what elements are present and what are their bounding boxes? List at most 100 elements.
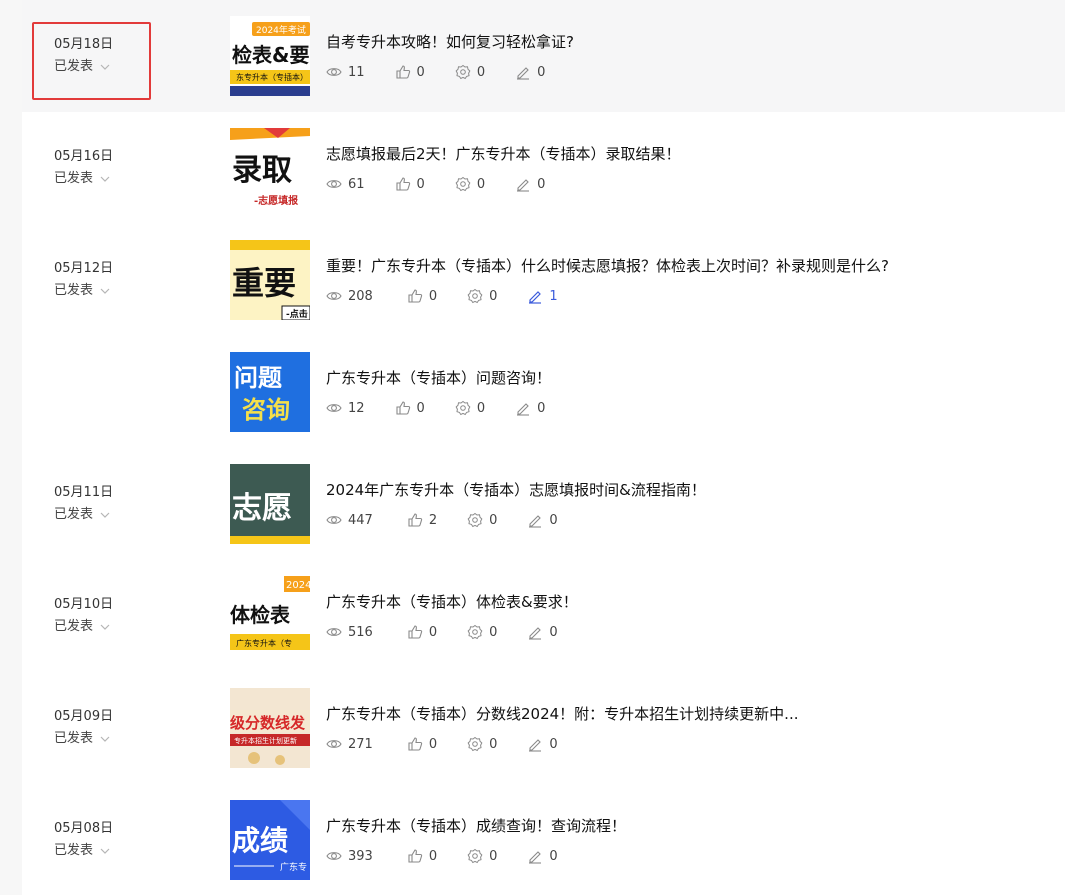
thumbnail-image: 录取 -志愿填报 — [230, 128, 310, 208]
post-stats: 11 0 0 0 — [326, 62, 575, 82]
post-row[interactable]: 05月08日 已发表 成绩 广东专 广东专升本（专插本）成绩查询！查询流程！ 3… — [22, 784, 1065, 895]
post-info: 广东专升本（专插本）体检表&要求！ 516 0 0 0 — [326, 592, 588, 642]
post-thumbnail[interactable]: 志愿 — [230, 464, 310, 544]
svg-text:东专升本（专插本）: 东专升本（专插本） — [236, 72, 308, 82]
chevron-down-icon — [100, 512, 110, 518]
post-date-column: 05月08日 已发表 — [54, 784, 174, 859]
svg-text:咨询: 咨询 — [242, 396, 290, 424]
comments-stat: 0 — [527, 624, 558, 640]
likes-stat: 0 — [407, 736, 437, 752]
post-list: 05月18日 已发表 2024年考试 检表&要 东专升本（专插本） 自考专升本攻… — [22, 0, 1065, 895]
eye-icon — [326, 180, 342, 188]
comments-count: 0 — [537, 176, 546, 192]
thumbnail-image: 2024 体检表 广东专升本（专 — [230, 576, 310, 656]
status-dropdown[interactable]: 已发表 — [54, 59, 174, 75]
post-title[interactable]: 自考专升本攻略！如何复习轻松拿证? — [326, 32, 575, 52]
post-stats: 61 0 0 0 — [326, 174, 681, 194]
status-label: 已发表 — [54, 59, 94, 74]
eye-icon — [326, 68, 342, 76]
shares-stat: 0 — [467, 512, 497, 528]
post-info: 重要！广东专升本（专插本）什么时候志愿填报？体检表上次时间？补录规则是什么? 2… — [326, 256, 889, 306]
svg-text:问题: 问题 — [234, 364, 282, 392]
comments-count: 0 — [549, 848, 558, 864]
gear-share-icon — [467, 512, 483, 528]
shares-stat: 0 — [467, 288, 497, 304]
thumbs-up-icon — [395, 177, 410, 191]
views-count: 61 — [348, 176, 365, 192]
post-date: 05月10日 — [54, 597, 114, 612]
gear-share-icon — [455, 176, 471, 192]
thumbnail-image: 2024年考试 检表&要 东专升本（专插本） — [230, 16, 310, 96]
post-title[interactable]: 志愿填报最后2天！广东专升本（专插本）录取结果！ — [326, 144, 681, 164]
post-row[interactable]: 05月18日 已发表 2024年考试 检表&要 东专升本（专插本） 自考专升本攻… — [22, 0, 1065, 112]
post-stats: 271 0 0 0 — [326, 734, 798, 754]
status-dropdown[interactable]: 已发表 — [54, 619, 174, 635]
comments-count: 0 — [549, 512, 558, 528]
views-count: 516 — [348, 624, 373, 640]
comments-stat: 0 — [527, 848, 558, 864]
chevron-down-icon — [100, 288, 110, 294]
post-thumbnail[interactable]: 2024年考试 检表&要 东专升本（专插本） — [230, 16, 310, 96]
views-count: 393 — [348, 848, 373, 864]
views-stat: 11 — [326, 64, 365, 80]
post-date — [54, 336, 174, 389]
post-thumbnail[interactable]: 录取 -志愿填报 — [230, 128, 310, 208]
post-info: 自考专升本攻略！如何复习轻松拿证? 11 0 0 0 — [326, 32, 575, 82]
views-stat: 271 — [326, 736, 373, 752]
status-dropdown[interactable]: 已发表 — [54, 283, 174, 299]
likes-stat: 0 — [395, 64, 425, 80]
shares-count: 0 — [476, 176, 486, 192]
shares-stat: 0 — [467, 848, 497, 864]
post-stats: 516 0 0 0 — [326, 622, 588, 642]
pencil-icon — [517, 403, 530, 416]
post-stats: 208 0 0 1 — [326, 286, 889, 306]
likes-count: 0 — [416, 400, 425, 416]
status-dropdown[interactable]: 已发表 — [54, 731, 174, 747]
post-row[interactable]: 问题 咨询 广东专升本（专插本）问题咨询！ 12 0 0 0 — [22, 336, 1065, 448]
post-title[interactable]: 广东专升本（专插本）体检表&要求！ — [326, 592, 588, 612]
shares-stat: 0 — [455, 176, 485, 192]
post-title[interactable]: 广东专升本（专插本）分数线2024！附：专升本招生计划持续更新中... — [326, 704, 798, 724]
post-date: 05月09日 — [54, 709, 114, 724]
likes-count: 2 — [428, 512, 438, 528]
post-stats: 447 2 0 0 — [326, 510, 706, 530]
likes-count: 0 — [428, 624, 438, 640]
post-title[interactable]: 广东专升本（专插本）问题咨询！ — [326, 368, 575, 388]
eye-icon — [326, 740, 342, 748]
status-label: 已发表 — [54, 283, 94, 298]
post-row[interactable]: 05月10日 已发表 2024 体检表 广东专升本（专 广东专升本（专插本）体检… — [22, 560, 1065, 672]
likes-stat: 0 — [407, 288, 437, 304]
post-thumbnail[interactable]: 成绩 广东专 — [230, 800, 310, 880]
shares-count: 0 — [489, 736, 498, 752]
status-dropdown[interactable]: 已发表 — [54, 507, 174, 523]
post-title[interactable]: 重要！广东专升本（专插本）什么时候志愿填报？体检表上次时间？补录规则是什么? — [326, 256, 889, 276]
likes-count: 0 — [416, 176, 425, 192]
gear-share-icon — [467, 624, 483, 640]
post-thumbnail[interactable]: 重要 -点击 — [230, 240, 310, 320]
svg-text:检表&要: 检表&要 — [232, 43, 309, 67]
status-dropdown[interactable]: 已发表 — [54, 843, 174, 859]
chevron-down-icon — [100, 848, 110, 854]
views-count: 12 — [348, 400, 365, 416]
post-info: 广东专升本（专插本）成绩查询！查询流程！ 393 0 0 0 — [326, 816, 626, 866]
post-title[interactable]: 2024年广东专升本（专插本）志愿填报时间&流程指南！ — [326, 480, 706, 500]
likes-count: 0 — [428, 736, 438, 752]
post-row[interactable]: 05月12日 已发表 重要 -点击 重要！广东专升本（专插本）什么时候志愿填报？… — [22, 224, 1065, 336]
pencil-icon — [529, 851, 542, 864]
post-thumbnail[interactable]: 2024 体检表 广东专升本（专 — [230, 576, 310, 656]
svg-text:成绩: 成绩 — [232, 824, 288, 857]
post-row[interactable]: 05月16日 已发表 录取 -志愿填报 志愿填报最后2天！广东专升本（专插本）录… — [22, 112, 1065, 224]
post-row[interactable]: 05月11日 已发表 志愿 2024年广东专升本（专插本）志愿填报时间&流程指南… — [22, 448, 1065, 560]
svg-text:-志愿填报: -志愿填报 — [254, 194, 298, 207]
shares-stat: 0 — [467, 624, 497, 640]
shares-count: 0 — [489, 848, 498, 864]
post-thumbnail[interactable]: 级分数线发 专升本招生计划更新 — [230, 688, 310, 768]
status-label: 已发表 — [54, 171, 94, 186]
thumbs-up-icon — [395, 65, 410, 79]
gear-share-icon — [455, 64, 471, 80]
post-date-column: 05月10日 已发表 — [54, 560, 174, 635]
status-dropdown[interactable]: 已发表 — [54, 171, 174, 187]
post-thumbnail[interactable]: 问题 咨询 — [230, 352, 310, 432]
post-row[interactable]: 05月09日 已发表 级分数线发 专升本招生计划更新 广东专升本（专插本）分数线… — [22, 672, 1065, 784]
post-title[interactable]: 广东专升本（专插本）成绩查询！查询流程！ — [326, 816, 626, 836]
